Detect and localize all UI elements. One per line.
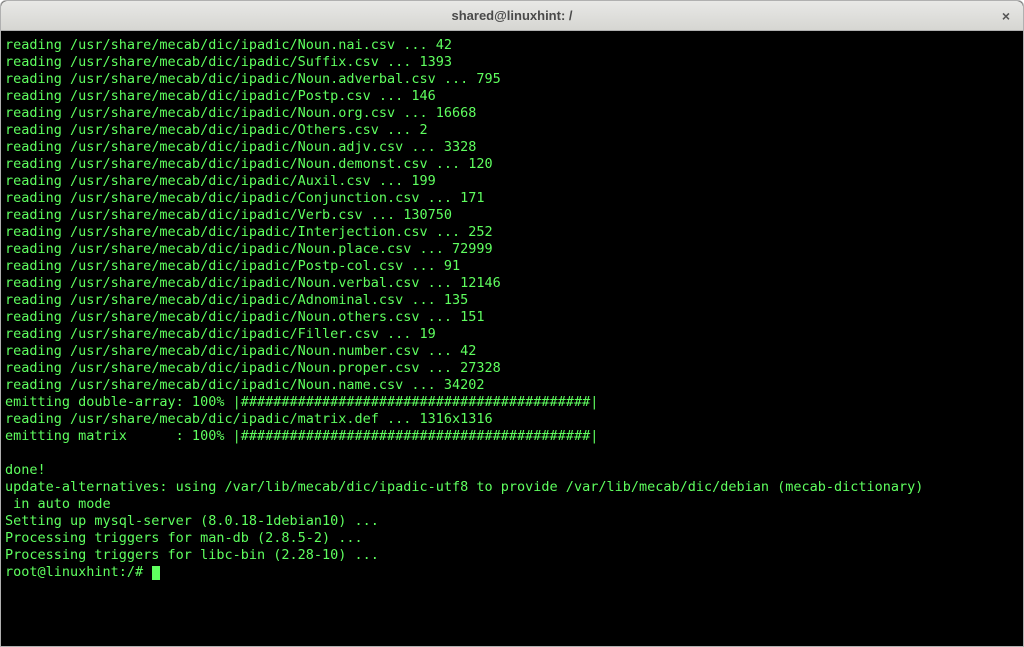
terminal-line: reading /usr/share/mecab/dic/ipadic/matr… bbox=[5, 411, 1019, 428]
terminal-line: reading /usr/share/mecab/dic/ipadic/Conj… bbox=[5, 190, 1019, 207]
terminal-line: reading /usr/share/mecab/dic/ipadic/Post… bbox=[5, 258, 1019, 275]
terminal-line: reading /usr/share/mecab/dic/ipadic/Noun… bbox=[5, 37, 1019, 54]
terminal-line: Processing triggers for man-db (2.8.5-2)… bbox=[5, 530, 1019, 547]
terminal-line: reading /usr/share/mecab/dic/ipadic/Noun… bbox=[5, 156, 1019, 173]
terminal-line: reading /usr/share/mecab/dic/ipadic/Noun… bbox=[5, 139, 1019, 156]
terminal-line: reading /usr/share/mecab/dic/ipadic/Fill… bbox=[5, 326, 1019, 343]
terminal-line: reading /usr/share/mecab/dic/ipadic/Suff… bbox=[5, 54, 1019, 71]
terminal-line: reading /usr/share/mecab/dic/ipadic/Post… bbox=[5, 88, 1019, 105]
terminal-line: emitting double-array: 100% |###########… bbox=[5, 394, 1019, 411]
terminal-line: reading /usr/share/mecab/dic/ipadic/Noun… bbox=[5, 360, 1019, 377]
terminal-prompt[interactable]: root@linuxhint:/# bbox=[5, 564, 1019, 581]
terminal-line: reading /usr/share/mecab/dic/ipadic/Noun… bbox=[5, 275, 1019, 292]
terminal-line: reading /usr/share/mecab/dic/ipadic/Noun… bbox=[5, 377, 1019, 394]
terminal-line: reading /usr/share/mecab/dic/ipadic/Othe… bbox=[5, 122, 1019, 139]
terminal-line: Setting up mysql-server (8.0.18-1debian1… bbox=[5, 513, 1019, 530]
terminal-line: reading /usr/share/mecab/dic/ipadic/Noun… bbox=[5, 241, 1019, 258]
cursor bbox=[152, 566, 160, 580]
terminal-line: reading /usr/share/mecab/dic/ipadic/Auxi… bbox=[5, 173, 1019, 190]
terminal-line: reading /usr/share/mecab/dic/ipadic/Verb… bbox=[5, 207, 1019, 224]
terminal-line: Processing triggers for libc-bin (2.28-1… bbox=[5, 547, 1019, 564]
terminal-line: reading /usr/share/mecab/dic/ipadic/Noun… bbox=[5, 309, 1019, 326]
terminal-line: reading /usr/share/mecab/dic/ipadic/Noun… bbox=[5, 71, 1019, 88]
close-icon[interactable]: × bbox=[997, 7, 1015, 25]
terminal-line: reading /usr/share/mecab/dic/ipadic/Inte… bbox=[5, 224, 1019, 241]
titlebar: shared@linuxhint: / × bbox=[1, 1, 1023, 31]
terminal-line: emitting matrix : 100% |################… bbox=[5, 428, 1019, 445]
terminal-line: in auto mode bbox=[5, 496, 1019, 513]
terminal-window: shared@linuxhint: / × reading /usr/share… bbox=[0, 0, 1024, 647]
terminal-line: reading /usr/share/mecab/dic/ipadic/Noun… bbox=[5, 105, 1019, 122]
window-title: shared@linuxhint: / bbox=[451, 8, 572, 23]
terminal-line bbox=[5, 445, 1019, 462]
terminal-line: reading /usr/share/mecab/dic/ipadic/Adno… bbox=[5, 292, 1019, 309]
terminal-line: reading /usr/share/mecab/dic/ipadic/Noun… bbox=[5, 343, 1019, 360]
terminal-line: done! bbox=[5, 462, 1019, 479]
terminal-line: update-alternatives: using /var/lib/meca… bbox=[5, 479, 1019, 496]
terminal-output[interactable]: reading /usr/share/mecab/dic/ipadic/Noun… bbox=[1, 31, 1023, 646]
